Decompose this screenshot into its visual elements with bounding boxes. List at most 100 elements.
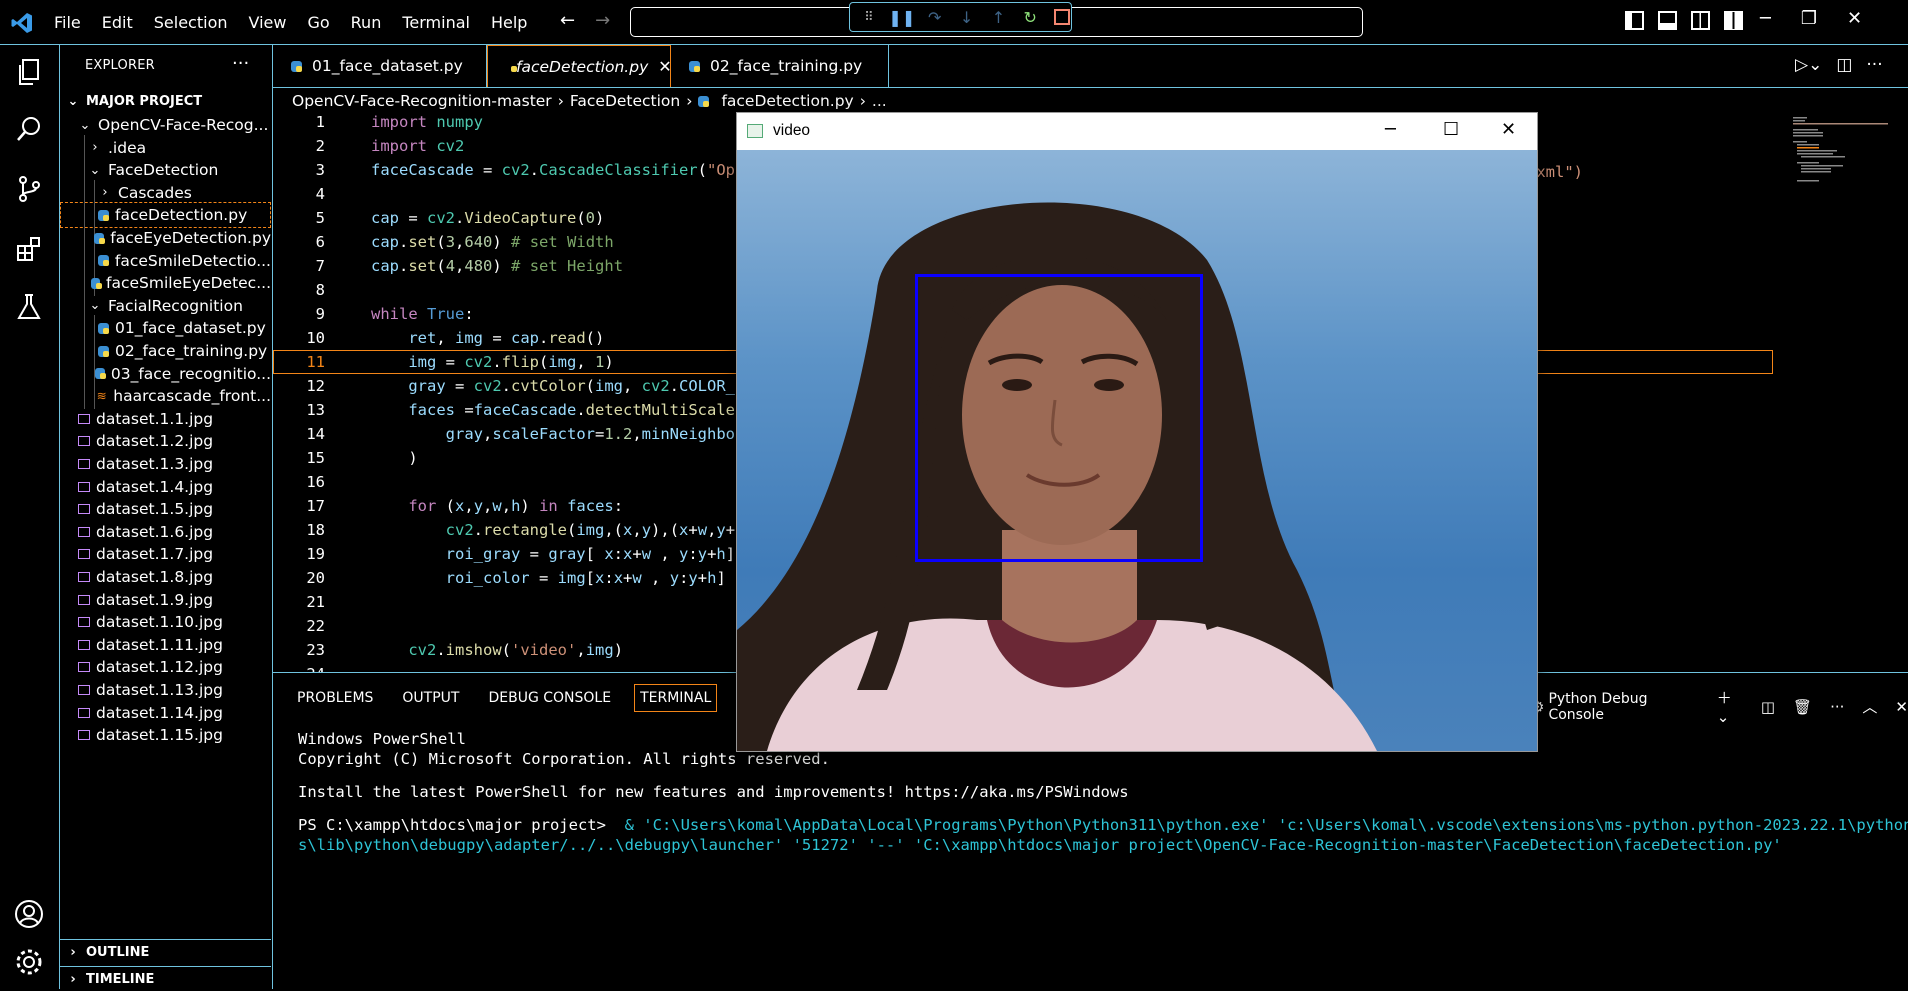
video-minimize-icon[interactable]: ─ [1385,119,1396,140]
code-token: COLOR_ [679,377,736,395]
toggle-panel-icon[interactable] [1658,11,1677,30]
menu-file[interactable]: File [54,13,81,32]
menu-edit[interactable]: Edit [102,13,133,32]
source-control-icon[interactable] [12,172,46,206]
testing-flask-icon[interactable] [12,290,46,324]
tree-item-label: dataset.1.13.jpg [96,681,223,699]
line-number: 11 [306,353,325,371]
panel-tab-terminal[interactable]: TERMINAL [634,684,718,712]
menu-terminal[interactable]: Terminal [402,13,470,32]
timeline-section[interactable]: › TIMELINE [60,966,271,991]
image-file-icon [78,504,90,515]
more-actions-icon[interactable]: ··· [1866,55,1882,75]
minimap[interactable] [1793,115,1888,185]
face-detection-box [915,274,1203,562]
new-terminal-icon[interactable]: ＋⌄ [1717,687,1743,726]
image-file-icon [78,549,90,560]
code-token: rectangle [483,521,567,539]
panel-tab-output[interactable]: OUTPUT [402,690,459,706]
account-icon[interactable] [12,897,46,931]
code-token: h [707,569,717,587]
step-into-icon[interactable]: ↓ [958,7,976,27]
code-token: 4 [445,257,456,275]
settings-gear-icon[interactable] [12,945,46,979]
step-over-icon[interactable]: ↷ [926,7,944,27]
code-token: cap [511,329,539,347]
pause-icon[interactable]: ❚❚ [888,7,915,27]
extensions-icon[interactable] [12,232,46,266]
run-python-icon[interactable]: ▷⌄ [1795,55,1822,75]
video-close-icon[interactable]: ✕ [1501,119,1516,140]
tab-02-face-training[interactable]: 02_face_training.py [671,45,889,87]
image-file-icon [78,572,90,582]
drag-handle-icon[interactable]: ⠿ [860,7,878,27]
kill-terminal-icon[interactable]: 🗑 [1793,698,1812,716]
close-icon[interactable]: ✕ [1847,8,1862,29]
customize-layout-icon[interactable] [1724,11,1743,30]
project-root[interactable]: ⌄ MAJOR PROJECT [60,88,271,114]
breadcrumb-item[interactable]: FaceDetection [570,92,680,110]
tab-face-detection[interactable]: faceDetection.py ✕ [487,45,672,87]
menu-view[interactable]: View [249,13,287,32]
video-window[interactable]: video ─ ☐ ✕ [736,112,1538,752]
split-editor-icon[interactable]: ◫ [1836,55,1852,75]
minimize-icon[interactable]: ─ [1760,8,1771,29]
tree-item-label: dataset.1.3.jpg [96,455,214,473]
split-terminal-icon[interactable]: ◫ [1761,698,1775,716]
tab-close-icon[interactable]: ✕ [658,57,671,76]
search-icon[interactable] [12,112,46,146]
code-token: : [613,497,624,515]
code-token: = [455,401,474,419]
window-controls: ─ ❐ ✕ [1760,8,1862,29]
menu-run[interactable]: Run [351,13,382,32]
panel-tab-problems[interactable]: PROBLEMS [297,690,373,706]
code-token: ) [492,257,512,275]
line-number: 6 [315,233,325,251]
code-token: img [585,641,614,659]
step-out-icon[interactable]: ↑ [989,7,1007,27]
code-token: x [604,545,614,563]
code-token: roi_gray [445,545,521,563]
explorer-more-icon[interactable]: ··· [232,53,249,74]
menu-help[interactable]: Help [491,13,527,32]
video-window-titlebar[interactable]: video ─ ☐ ✕ [737,113,1537,150]
code-token: x [595,569,605,587]
code-token: import [371,113,437,131]
tree-item[interactable]: dataset.1.15.jpg [60,722,271,748]
menu-go[interactable]: Go [307,13,329,32]
code-token: , [482,425,493,443]
tab-01-face-dataset[interactable]: 01_face_dataset.py [273,45,487,87]
outline-section[interactable]: › OUTLINE [60,939,271,964]
tree-item-label: dataset.1.10.jpg [96,613,223,632]
code-token: , [707,521,717,539]
chevron-down-icon: ⌄ [79,117,91,133]
image-file-icon [78,707,90,718]
code-token: gray [408,377,446,395]
breadcrumb-item[interactable]: faceDetection.py [721,92,853,110]
restart-icon[interactable]: ↻ [1021,7,1039,27]
terminal-name[interactable]: Python Debug Console [1548,691,1698,723]
maximize-panel-icon[interactable]: ︿ [1862,696,1877,717]
explorer-sidebar: EXPLORER ··· ⌄ MAJOR PROJECT ⌄ OpenCV-Fac… [60,45,273,989]
breadcrumb-item[interactable]: OpenCV-Face-Recognition-master [292,92,552,110]
panel-tab-debug-console[interactable]: DEBUG CONSOLE [488,690,611,706]
video-maximize-icon[interactable]: ☐ [1443,119,1459,140]
breadcrumb-item[interactable]: ... [872,92,887,110]
code-token: img [548,353,577,371]
menu-selection[interactable]: Selection [154,13,228,32]
code-token: 'video' [511,641,577,659]
forward-arrow-icon[interactable]: → [595,10,610,31]
code-token: ( [567,521,577,539]
explorer-icon[interactable] [12,55,46,89]
explorer-header: EXPLORER [85,58,155,73]
restore-icon[interactable]: ❐ [1801,8,1817,29]
more-icon[interactable]: ··· [1830,698,1844,716]
toggle-sidebar-icon[interactable] [1625,11,1644,30]
stop-icon[interactable] [1053,7,1071,27]
back-arrow-icon[interactable]: ← [560,10,575,31]
toggle-secondary-sidebar-icon[interactable] [1691,11,1710,30]
close-panel-icon[interactable]: ✕ [1895,698,1908,716]
